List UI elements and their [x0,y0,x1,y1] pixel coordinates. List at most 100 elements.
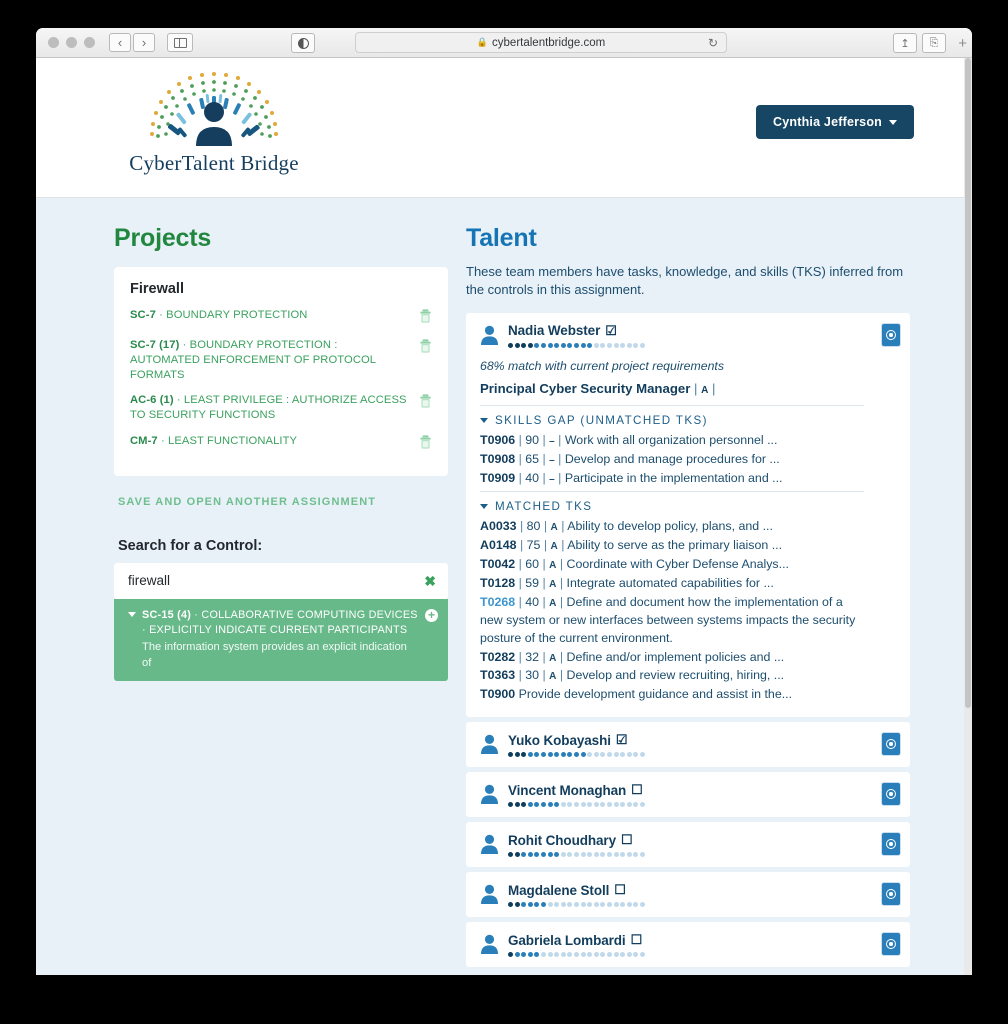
control-code: SC-7 [130,309,156,321]
sidebar-icon[interactable] [167,33,193,52]
page-scrollbar[interactable] [964,58,972,975]
talent-card[interactable]: Vincent Monaghan ☐ [466,772,910,818]
control-row[interactable]: CM-7 · LEAST FUNCTIONALITY [130,434,432,454]
talent-card-expanded[interactable]: Nadia Webster ☑ 68% match with current p… [466,312,910,718]
scrollbar-thumb[interactable] [965,58,971,708]
trash-icon[interactable] [419,338,432,358]
meter-dot [606,342,612,348]
target-circle-icon[interactable] [881,322,901,347]
member-score-meter [508,952,864,958]
talent-subtitle: These team members have tasks, knowledge… [466,264,904,298]
target-circle-icon[interactable] [881,782,901,807]
meter-dot [567,952,573,958]
member-checkbox[interactable]: ☐ [614,882,626,898]
talent-card[interactable]: Rohit Choudhary ☐ [466,822,910,868]
clear-x-icon[interactable]: ✖ [424,573,436,590]
person-icon [480,832,499,859]
control-text: CM-7 · LEAST FUNCTIONALITY [130,434,409,449]
meter-dot [567,802,573,808]
talent-card[interactable]: Yuko Kobayashi ☑ [466,722,910,768]
meter-dot [600,952,606,958]
back-icon[interactable]: ‹ [109,33,131,52]
meter-dot [633,342,639,348]
meter-dot [573,852,579,858]
tks-item[interactable]: T0900 Provide development guidance and a… [480,686,864,704]
talent-card[interactable]: Gabriela Lombardi ☐ [466,922,910,968]
tks-item[interactable]: T0128 | 59 | A | Integrate automated cap… [480,575,864,593]
tabs-icon[interactable]: ⎘ [922,33,946,53]
tks-item[interactable]: T0908 | 65 | – | Develop and manage proc… [480,451,864,469]
target-circle-icon[interactable] [881,732,901,757]
tks-score: | 80 [516,519,541,534]
plus-circle-icon[interactable]: + [425,608,438,622]
tks-item[interactable]: A0033 | 80 | A | Ability to develop poli… [480,518,864,536]
meter-dot [593,902,599,908]
caret-down-icon[interactable] [128,611,136,617]
meter-dot [534,902,540,908]
member-checkbox[interactable]: ☐ [621,832,633,848]
close-window-button[interactable] [48,37,59,48]
tks-item[interactable]: T0906 | 90 | – | Work with all organizat… [480,432,864,450]
tks-tag: | A [539,594,557,609]
target-circle-icon[interactable] [881,832,901,857]
tks-item[interactable]: T0282 | 32 | A | Define and/or implement… [480,649,864,667]
meter-dot [567,342,573,348]
tks-item[interactable]: T0268 | 40 | A | Define and document how… [480,594,864,648]
control-row[interactable]: SC-7 (17) · BOUNDARY PROTECTION : AUTOMA… [130,338,432,383]
control-row[interactable]: AC-6 (1) · LEAST PRIVILEGE : AUTHORIZE A… [130,393,432,423]
trash-icon[interactable] [419,434,432,454]
tks-item[interactable]: T0042 | 60 | A | Coordinate with Cyber D… [480,556,864,574]
tks-item[interactable]: T0363 | 30 | A | Develop and review recr… [480,667,864,685]
member-checkbox[interactable]: ☐ [631,782,643,798]
tks-id: T0363 [480,668,516,683]
member-checkbox[interactable]: ☑ [616,732,628,748]
tks-id: T0906 [480,432,516,447]
control-code: CM-7 [130,434,158,447]
reader-icon[interactable] [291,33,315,53]
tks-item[interactable]: T0909 | 40 | – | Participate in the impl… [480,470,864,488]
tks-id: A0033 [480,519,517,534]
tks-score: | 40 [515,470,540,485]
save-and-open-link[interactable]: SAVE AND OPEN ANOTHER ASSIGNMENT [118,496,448,508]
trash-icon[interactable] [419,393,432,413]
share-icon[interactable]: ↥ [893,33,917,53]
main-content: Projects Firewall SC-7 · BOUNDARY PROTEC… [36,198,972,975]
target-glyph [886,739,896,750]
meter-dot [587,952,593,958]
site-logo[interactable]: CyberTalent Bridge [114,70,314,176]
talent-card[interactable]: Magdalene Stoll ☐ [466,872,910,918]
member-checkbox[interactable]: ☐ [631,932,643,948]
meter-dot [626,952,632,958]
meter-dot [606,752,612,758]
new-tab-icon[interactable]: + [958,36,967,51]
forward-icon[interactable]: › [133,33,155,52]
meter-dot [508,852,513,858]
member-checkbox[interactable]: ☑ [605,323,617,339]
maximize-window-button[interactable] [84,37,95,48]
window-traffic-lights[interactable] [48,37,95,48]
trash-icon[interactable] [419,308,432,328]
matched-tks-section-header[interactable]: MATCHED TKS [480,491,864,513]
minimize-window-button[interactable] [66,37,77,48]
tks-text: | Develop and review recruiting, hiring,… [556,668,785,683]
project-card: Firewall SC-7 · BOUNDARY PROTECTION SC-7 … [114,267,448,476]
meter-dot [527,852,533,858]
meter-dot [580,802,586,808]
tks-item[interactable]: A0148 | 75 | A | Ability to serve as the… [480,537,864,555]
search-input[interactable] [114,562,448,599]
address-bar[interactable]: 🔒 cybertalentbridge.com ↻ [355,32,727,53]
tks-id: A0148 [480,538,517,553]
meter-dot [587,342,593,348]
tks-tag: | A [540,538,558,553]
skills-gap-section-header[interactable]: SKILLS GAP (UNMATCHED TKS) [480,404,864,427]
search-result-item[interactable]: SC-15 (4) · COLLABORATIVE COMPUTING DEVI… [114,598,448,682]
member-name: Rohit Choudhary [508,832,616,848]
control-row[interactable]: SC-7 · BOUNDARY PROTECTION [130,308,432,328]
logo-arc-icon [146,70,282,150]
reload-icon[interactable]: ↻ [708,36,718,50]
tks-text: | Participate in the implementation and … [554,470,783,485]
target-circle-icon[interactable] [881,932,901,957]
account-menu-button[interactable]: Cynthia Jefferson [756,105,914,139]
target-circle-icon[interactable] [881,882,901,907]
tks-id: T0908 [480,451,516,466]
